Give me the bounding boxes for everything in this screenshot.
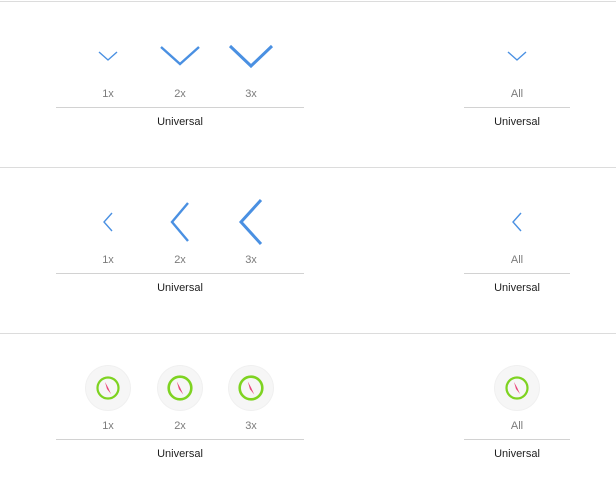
scale-label-all: All xyxy=(510,420,524,432)
image-well xyxy=(229,366,273,410)
chevron-left-1x-slot[interactable] xyxy=(73,192,143,252)
image-well xyxy=(495,366,539,410)
scale-label-1x: 1x xyxy=(102,254,114,266)
group-divider xyxy=(56,439,304,440)
group-divider xyxy=(464,273,570,274)
chevron-down-icon xyxy=(228,44,274,69)
scale-label-all: All xyxy=(510,88,524,100)
group-divider xyxy=(56,107,304,108)
universal-label: Universal xyxy=(157,448,203,460)
scale-label-2x: 2x xyxy=(174,254,186,266)
universal-label: Universal xyxy=(494,282,540,294)
chevron-down-all-slot[interactable] xyxy=(482,26,552,86)
universal-label: Universal xyxy=(494,116,540,128)
chevron-down-icon xyxy=(98,51,118,61)
compass-icon xyxy=(238,375,264,401)
chevron-left-icon xyxy=(512,212,522,232)
image-set-row-chevron-left[interactable]: 1x 2x 3x Universal All Universal xyxy=(0,168,616,333)
scale-label-3x: 3x xyxy=(245,420,257,432)
chevron-down-1x-slot[interactable] xyxy=(73,26,143,86)
image-set-row-compass[interactable]: 1x 2x 3x Universal All Universal xyxy=(0,334,616,499)
universal-label: Universal xyxy=(157,116,203,128)
chevron-down-icon xyxy=(160,46,200,66)
scale-label-3x: 3x xyxy=(245,254,257,266)
chevron-left-icon xyxy=(238,198,263,246)
chevron-down-icon xyxy=(507,51,527,61)
chevron-left-icon xyxy=(103,212,113,232)
scale-label-all: All xyxy=(510,254,524,266)
chevron-left-all-slot[interactable] xyxy=(482,192,552,252)
image-set-row-chevron-down[interactable]: 1x 2x 3x Universal All Universal xyxy=(0,0,616,165)
universal-label: Universal xyxy=(494,448,540,460)
group-divider xyxy=(464,439,570,440)
scale-label-2x: 2x xyxy=(174,88,186,100)
chevron-left-3x-slot[interactable] xyxy=(216,192,286,252)
scale-label-1x: 1x xyxy=(102,420,114,432)
scale-label-1x: 1x xyxy=(102,88,114,100)
scale-label-3x: 3x xyxy=(245,88,257,100)
chevron-left-icon xyxy=(170,202,189,242)
universal-label: Universal xyxy=(157,282,203,294)
image-well xyxy=(158,366,202,410)
chevron-down-2x-slot[interactable] xyxy=(145,26,215,86)
compass-all-slot[interactable] xyxy=(482,358,552,418)
scale-label-2x: 2x xyxy=(174,420,186,432)
image-well xyxy=(86,366,130,410)
chevron-down-3x-slot[interactable] xyxy=(216,26,286,86)
compass-icon xyxy=(167,375,193,401)
group-divider xyxy=(56,273,304,274)
compass-icon xyxy=(505,376,529,400)
compass-3x-slot[interactable] xyxy=(216,358,286,418)
compass-1x-slot[interactable] xyxy=(73,358,143,418)
compass-2x-slot[interactable] xyxy=(145,358,215,418)
chevron-left-2x-slot[interactable] xyxy=(145,192,215,252)
compass-icon xyxy=(96,376,120,400)
group-divider xyxy=(464,107,570,108)
